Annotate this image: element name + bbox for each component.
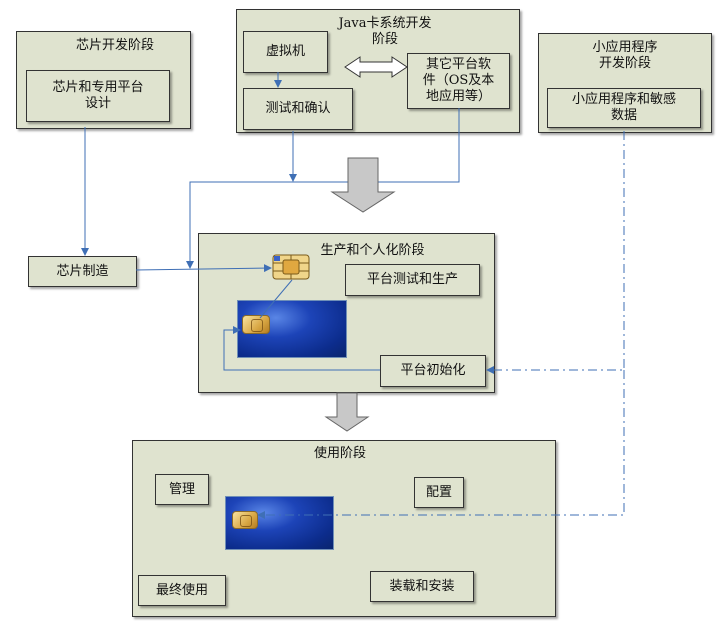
diagram-connectors xyxy=(81,56,625,519)
